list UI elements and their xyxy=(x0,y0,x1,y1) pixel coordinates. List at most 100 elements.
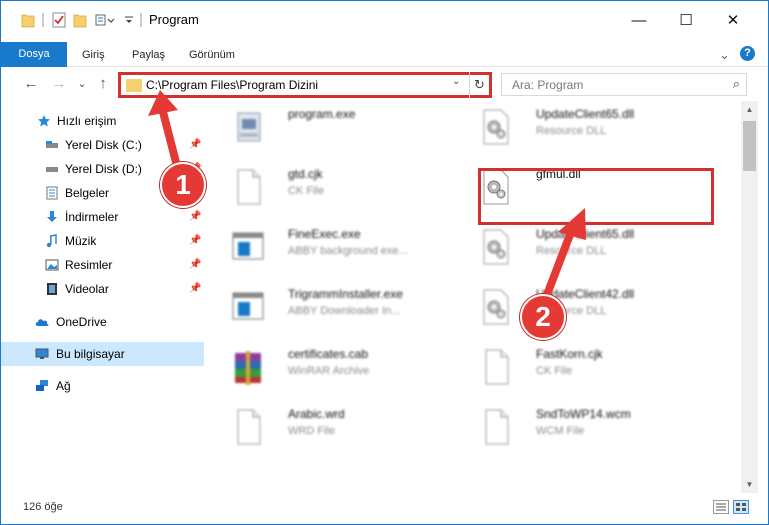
file-type: Resource DLL xyxy=(536,125,607,137)
pin-icon[interactable]: 📌 xyxy=(189,253,201,277)
close-button[interactable]: ✕ xyxy=(710,1,756,39)
scroll-down-arrow-icon[interactable]: ▼ xyxy=(741,476,758,493)
separator-icon xyxy=(140,13,142,27)
pin-icon[interactable]: 📌 xyxy=(189,277,201,301)
sidebar-item-videos[interactable]: Videolar 📌 xyxy=(1,277,206,301)
view-options-icon[interactable] xyxy=(95,11,117,29)
drive-icon xyxy=(46,167,58,172)
pin-icon[interactable]: 📌 xyxy=(189,229,201,253)
pin-icon[interactable]: 📌 xyxy=(189,133,201,157)
sidebar-item-local-disk-c[interactable]: Yerel Disk (C:) 📌 xyxy=(1,133,206,157)
step-marker-2: 2 xyxy=(520,294,566,340)
file-type: WCM File xyxy=(536,425,585,437)
sidebar-item-music[interactable]: Müzik 📌 xyxy=(1,229,206,253)
file-list: program.exe gtd.cjk CK File FineExec.exe ABB… xyxy=(216,101,741,491)
sidebar-item-label: OneDrive xyxy=(56,315,107,329)
file-item[interactable]: Arabic.wrd WRD File xyxy=(216,401,456,451)
folder-icon[interactable] xyxy=(21,11,35,29)
file-name: FastKorn.cjk xyxy=(536,347,603,361)
blank-file-icon xyxy=(237,409,261,445)
folder-icon xyxy=(126,79,142,92)
properties-check-icon[interactable] xyxy=(51,11,67,29)
address-dropdown-chevron-icon[interactable]: ⌄ xyxy=(452,76,460,87)
window-title: Program xyxy=(149,12,199,27)
large-icons-view-icon[interactable] xyxy=(733,500,749,514)
blank-file-icon xyxy=(485,349,509,385)
file-item[interactable]: UpdateClient65.dll Resource DLL xyxy=(464,101,704,151)
step-marker-1: 1 xyxy=(160,162,206,208)
customize-toolbar-chevron-icon[interactable] xyxy=(123,11,135,29)
address-bar[interactable]: C:\Program Files\Program Dizini ⌄ ↻ xyxy=(118,72,492,98)
file-type: ABBY background exe... xyxy=(288,245,408,257)
pictures-icon xyxy=(45,259,59,271)
file-item[interactable]: FineExec.exe ABBY background exe... xyxy=(216,221,456,271)
title-bar: Program — ☐ ✕ xyxy=(1,1,768,39)
file-item[interactable]: TrigrammInstaller.exe ABBY Downloader In.… xyxy=(216,281,456,331)
file-item[interactable]: FastKorn.cjk CK File xyxy=(464,341,704,391)
sidebar-item-label: Bu bilgisayar xyxy=(56,347,125,361)
item-count: 126 öğe xyxy=(23,501,63,513)
tab-giris[interactable]: Giriş xyxy=(82,43,105,67)
file-name: SndToWP14.wcm xyxy=(536,407,631,421)
sidebar-item-onedrive[interactable]: OneDrive xyxy=(1,310,206,334)
separator-icon xyxy=(42,13,44,27)
cloud-icon xyxy=(35,319,49,326)
dll-gear-icon xyxy=(483,289,509,325)
sidebar-item-label: Yerel Disk (D:) xyxy=(65,162,142,176)
file-item[interactable]: certificates.cab WinRAR Archive xyxy=(216,341,456,391)
sidebar-item-label: Yerel Disk (C:) xyxy=(65,138,142,152)
network-icon xyxy=(36,380,48,391)
search-box[interactable]: Ara: Program ⌕ xyxy=(501,73,747,96)
back-button[interactable]: ← xyxy=(20,73,42,95)
explorer-window: Program — ☐ ✕ Dosya Giriş Paylaş Görünüm… xyxy=(0,0,769,525)
status-bar: 126 öğe xyxy=(1,493,768,524)
file-item[interactable]: SndToWP14.wcm WCM File xyxy=(464,401,704,451)
forward-button[interactable]: → xyxy=(48,73,70,95)
search-input[interactable]: Ara: Program xyxy=(512,78,583,92)
up-button[interactable]: ↑ xyxy=(92,73,114,95)
minimize-button[interactable]: — xyxy=(616,1,662,39)
ribbon-tabs: Dosya Giriş Paylaş Görünüm ⌄ ? xyxy=(1,39,768,67)
address-path[interactable]: C:\Program Files\Program Dizini xyxy=(146,78,318,92)
details-view-icon[interactable] xyxy=(713,500,729,514)
search-icon[interactable]: ⌕ xyxy=(733,76,740,92)
dll-gear-icon xyxy=(483,109,509,145)
file-item[interactable]: program.exe xyxy=(216,101,456,151)
download-icon xyxy=(47,211,57,222)
file-item[interactable]: UpdateClient42.dll Resource DLL xyxy=(464,281,704,331)
file-highlight-box xyxy=(478,168,714,225)
file-name: UpdateClient65.dll xyxy=(536,227,635,241)
sidebar-item-quick-access[interactable]: Hızlı erişim xyxy=(1,109,206,133)
maximize-button[interactable]: ☐ xyxy=(663,1,709,39)
recent-locations-chevron-icon[interactable]: ⌄ xyxy=(71,73,93,95)
file-type: CK File xyxy=(536,365,573,377)
file-type: WinRAR Archive xyxy=(288,365,370,377)
file-type: CK File xyxy=(288,185,325,197)
ribbon-expand-chevron-icon[interactable]: ⌄ xyxy=(719,43,730,67)
file-type: ABBY Downloader In... xyxy=(288,305,401,317)
tab-paylas[interactable]: Paylaş xyxy=(132,43,165,67)
scroll-up-arrow-icon[interactable]: ▲ xyxy=(741,101,758,118)
sidebar-item-network[interactable]: Ağ xyxy=(1,374,206,398)
refresh-button[interactable]: ↻ xyxy=(469,72,489,98)
tab-gorunum[interactable]: Görünüm xyxy=(189,43,235,67)
scrollbar-thumb[interactable] xyxy=(743,121,756,171)
sidebar-item-label: Müzik xyxy=(65,234,97,248)
tab-dosya[interactable]: Dosya xyxy=(1,42,67,67)
vertical-scrollbar[interactable]: ▲ ▼ xyxy=(741,101,758,493)
file-item[interactable]: gtd.cjk CK File xyxy=(216,161,456,211)
new-folder-icon[interactable] xyxy=(73,11,87,29)
pin-icon[interactable]: 📌 xyxy=(189,205,201,229)
star-icon xyxy=(38,115,50,127)
dll-gear-icon xyxy=(483,229,509,265)
sidebar-item-pictures[interactable]: Resimler 📌 xyxy=(1,253,206,277)
file-item[interactable]: UpdateClient65.dll Resource DLL xyxy=(464,221,704,271)
sidebar-item-this-pc[interactable]: Bu bilgisayar xyxy=(1,342,204,366)
file-type: WRD File xyxy=(288,425,336,437)
blank-file-icon xyxy=(237,169,261,205)
sidebar-item-downloads[interactable]: İndirmeler 📌 xyxy=(1,205,206,229)
file-name: program.exe xyxy=(288,107,356,121)
archive-icon xyxy=(235,351,261,385)
music-icon xyxy=(46,234,57,248)
help-icon[interactable]: ? xyxy=(740,46,755,61)
